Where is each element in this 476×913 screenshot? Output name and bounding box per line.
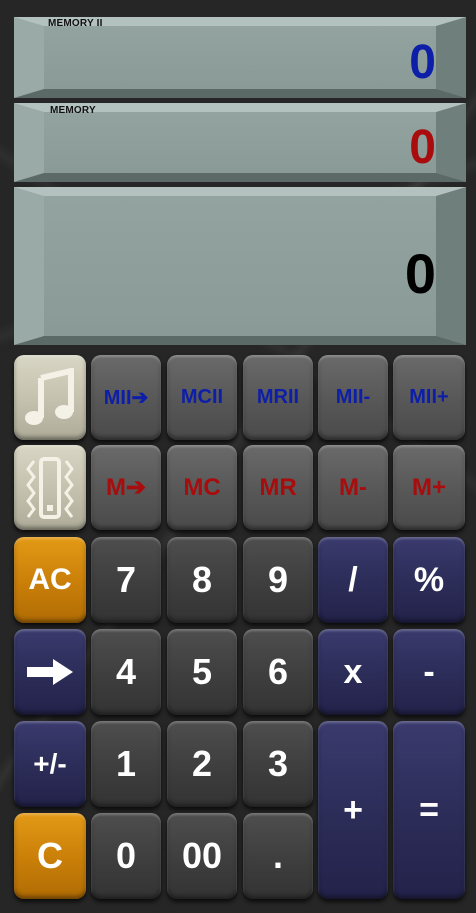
memory-store-button[interactable]: M➔ — [91, 445, 161, 530]
backspace-button[interactable] — [14, 629, 86, 715]
digit-6-button[interactable]: 6 — [243, 629, 313, 715]
multiply-button[interactable]: x — [318, 629, 388, 715]
memory-plus-button[interactable]: M+ — [393, 445, 465, 530]
memory2-value: 0 — [409, 36, 436, 89]
vibrate-toggle-button[interactable] — [14, 445, 86, 530]
memory2-recall-button[interactable]: MRII — [243, 355, 313, 440]
clear-button[interactable]: C — [14, 813, 86, 899]
plus-button[interactable]: + — [318, 721, 388, 899]
minus-button[interactable]: - — [393, 629, 465, 715]
memory2-store-button[interactable]: MII➔ — [91, 355, 161, 440]
digit-3-button[interactable]: 3 — [243, 721, 313, 807]
sound-toggle-button[interactable] — [14, 355, 86, 440]
decimal-button[interactable]: . — [243, 813, 313, 899]
memory-recall-button[interactable]: MR — [243, 445, 313, 530]
memory2-clear-button[interactable]: MCII — [167, 355, 237, 440]
digit-1-button[interactable]: 1 — [91, 721, 161, 807]
double-zero-button[interactable]: 00 — [167, 813, 237, 899]
percent-button[interactable]: % — [393, 537, 465, 623]
memory2-display: MEMORY II 0 — [14, 17, 466, 98]
divide-button[interactable]: / — [318, 537, 388, 623]
memory-clear-button[interactable]: MC — [167, 445, 237, 530]
digit-9-button[interactable]: 9 — [243, 537, 313, 623]
digit-4-button[interactable]: 4 — [91, 629, 161, 715]
memory-value: 0 — [409, 121, 436, 174]
arrow-right-icon — [25, 657, 75, 687]
memory-label: MEMORY — [50, 105, 96, 116]
memory2-plus-button[interactable]: MII+ — [393, 355, 465, 440]
memory-display: MEMORY 0 — [14, 103, 466, 182]
digit-5-button[interactable]: 5 — [167, 629, 237, 715]
main-value: 0 — [404, 242, 436, 305]
memory2-label: MEMORY II — [48, 18, 103, 29]
digit-8-button[interactable]: 8 — [167, 537, 237, 623]
plus-minus-button[interactable]: +/- — [14, 721, 86, 807]
main-display: 0 — [14, 187, 466, 345]
memory2-minus-button[interactable]: MII- — [318, 355, 388, 440]
digit-0-button[interactable]: 0 — [91, 813, 161, 899]
vibrate-icon — [24, 455, 76, 521]
music-note-icon — [23, 367, 77, 428]
memory-minus-button[interactable]: M- — [318, 445, 388, 530]
digit-7-button[interactable]: 7 — [91, 537, 161, 623]
all-clear-button[interactable]: AC — [14, 537, 86, 623]
digit-2-button[interactable]: 2 — [167, 721, 237, 807]
equals-button[interactable]: = — [393, 721, 465, 899]
